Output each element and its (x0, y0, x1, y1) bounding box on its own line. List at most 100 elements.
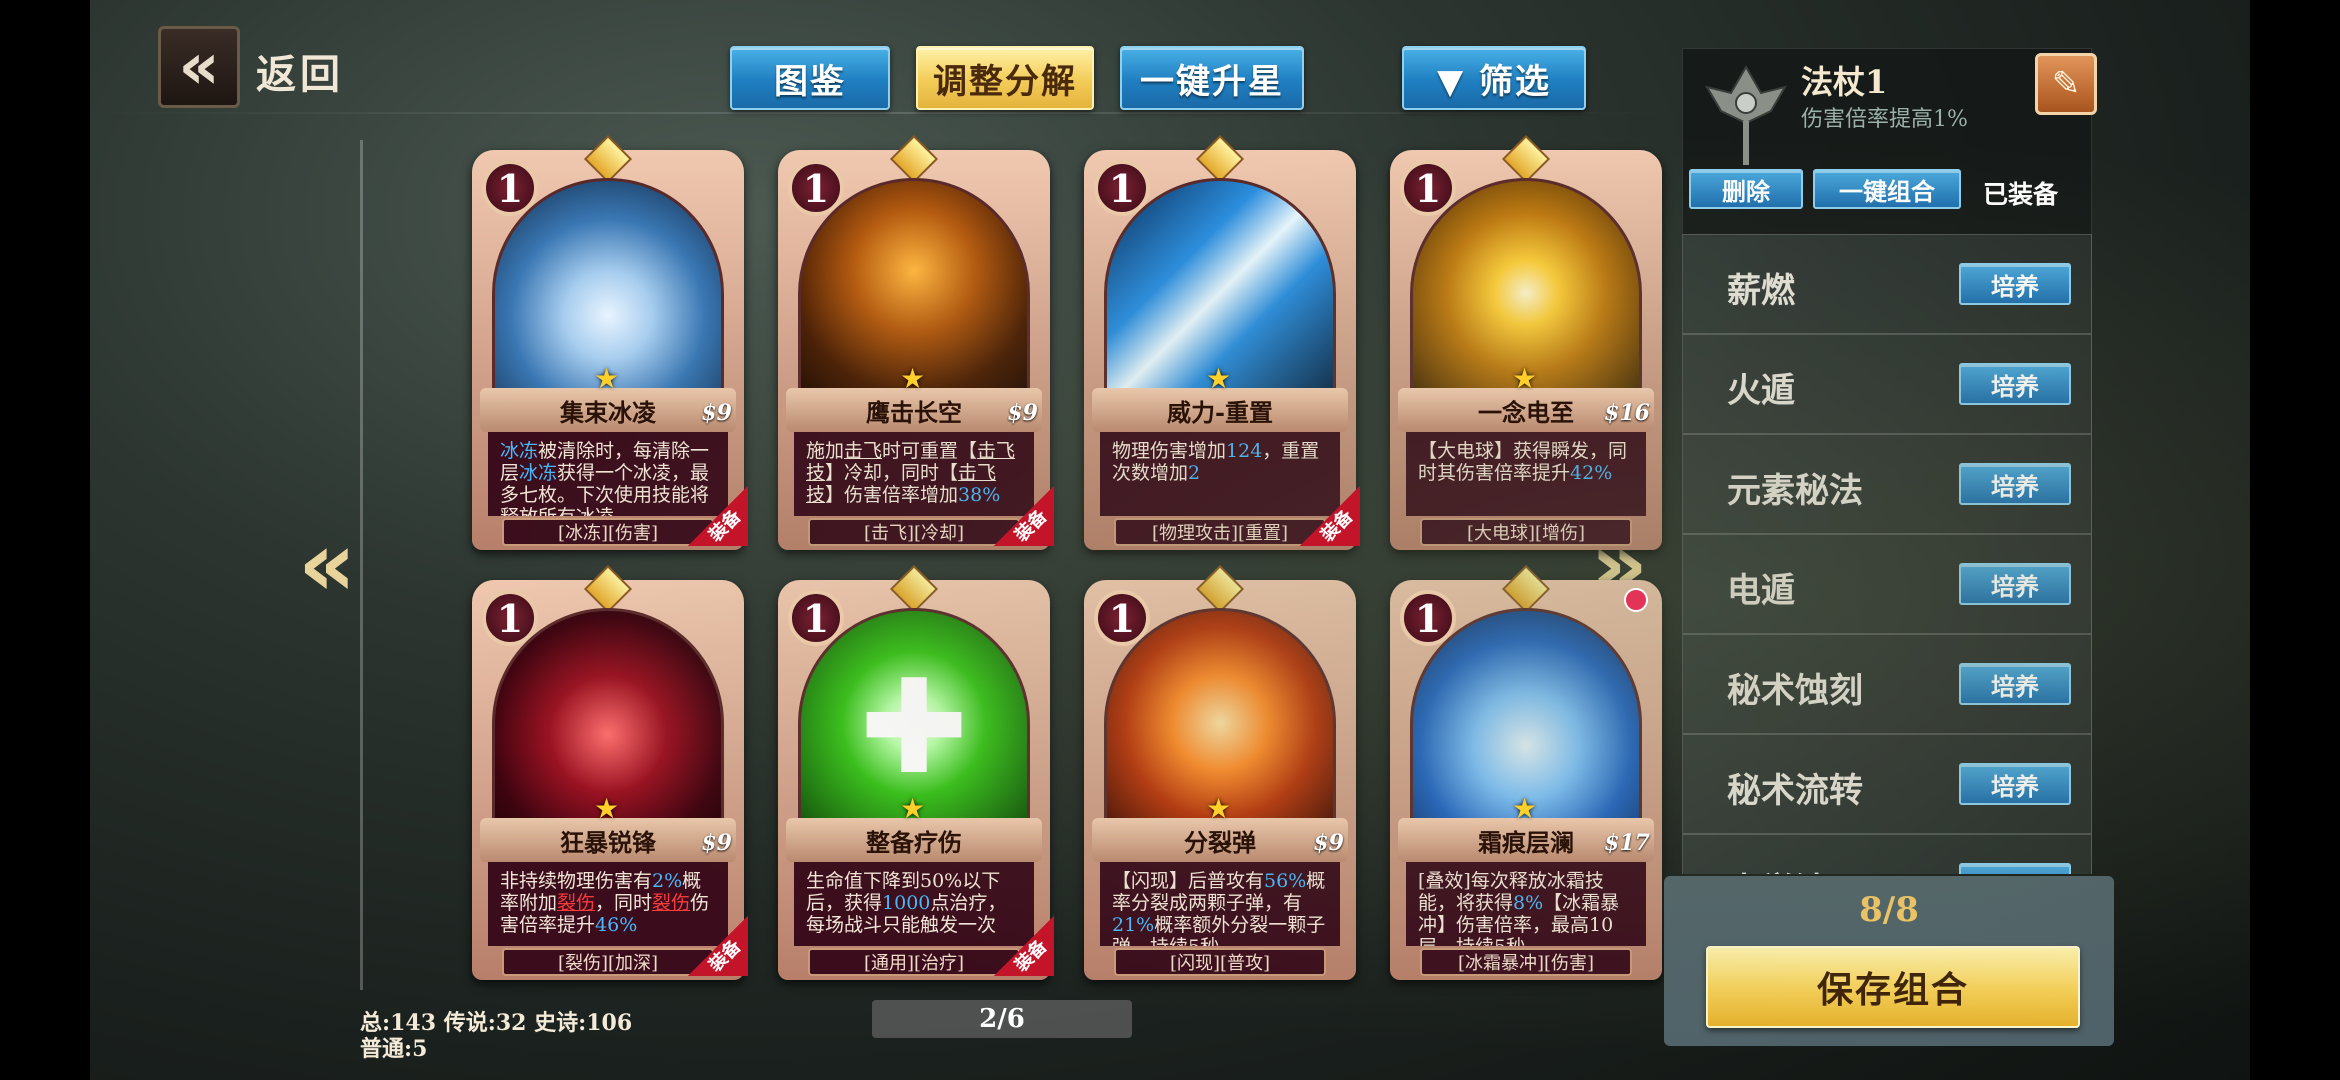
delete-button[interactable]: 删除 (1689, 169, 1803, 209)
cultivate-button[interactable]: 培养 (1959, 663, 2071, 705)
skill-row: 电遁 培养 (1682, 534, 2092, 634)
skill-row: 大学法 培养 (1682, 834, 2092, 874)
cultivate-button[interactable]: 培养 (1959, 263, 2071, 305)
card-crown-icon (1195, 134, 1245, 184)
card-tags: [冰冻][伤害] (502, 518, 714, 546)
save-panel: 8/8 保存组合 (1664, 876, 2114, 1046)
skill-name: 电遁 (1727, 571, 1795, 611)
one-click-combo-button[interactable]: 一键组合 (1813, 169, 1961, 209)
star-icon: ★ (594, 792, 620, 825)
star-icon: ★ (900, 362, 926, 395)
equipped-count: 8/8 (1859, 890, 1919, 930)
tab-adjust-decompose[interactable]: 调整分解 (916, 46, 1094, 110)
new-badge-dot (1624, 588, 1648, 612)
rename-edit-icon[interactable]: ✎ (2035, 53, 2097, 115)
card-crown-icon (1195, 564, 1245, 614)
star-icon: ★ (1206, 362, 1232, 395)
tab-one-click-star[interactable]: 一键升星 (1120, 46, 1304, 110)
card-price: $9 (1007, 400, 1038, 426)
skill-row: 秘术流转 培养 (1682, 734, 2092, 834)
back-label[interactable]: 返回 (256, 42, 344, 100)
star-icon: ★ (1512, 792, 1538, 825)
skill-name: 元素秘法 (1727, 471, 1863, 511)
card-tags: [物理攻击][重置] (1114, 518, 1326, 546)
cultivate-button[interactable]: 培养 (1959, 863, 2071, 874)
skill-row: 秘术蚀刻 培养 (1682, 634, 2092, 734)
card-crown-icon (1501, 134, 1551, 184)
card-crown-icon (583, 134, 633, 184)
star-icon: ★ (1206, 792, 1232, 825)
equipped-status: 已装备 (1983, 180, 2059, 209)
equipped-ribbon: 装备 (994, 486, 1054, 546)
cultivate-button[interactable]: 培养 (1959, 763, 2071, 805)
skill-card[interactable]: 1 ★ 一念电至 $16 【大电球】获得瞬发，同时其伤害倍率提升42% [大电球][增伤] (1390, 134, 1662, 550)
card-price: $9 (701, 400, 732, 426)
skill-card[interactable]: 1 ✚ ★ 整备疗伤 生命值下降到50%以下后，获得1000点治疗，每场战斗只能触发一次… (778, 564, 1054, 980)
card-cost: 1 (482, 160, 538, 216)
build-subtitle: 伤害倍率提高1% (1801, 107, 1968, 132)
skill-card[interactable]: 1 ★ 集束冰凌 $9 冰冻被清除时，每清除一层冰冻获得一个冰凌，最多七枚。下次使用技能… (472, 134, 748, 550)
stats-line-1: 总:143 传说:32 史诗:106 (360, 1010, 633, 1036)
staff-emblem-icon (1704, 64, 1788, 165)
card-cost: 1 (788, 590, 844, 646)
equipped-ribbon: 装备 (1300, 486, 1360, 546)
card-cost: 1 (1094, 590, 1150, 646)
card-crown-icon (583, 564, 633, 614)
equipped-ribbon: 装备 (688, 486, 748, 546)
card-price: $17 (1604, 830, 1650, 856)
skill-name: 大学法 (1727, 863, 1829, 874)
card-cost: 1 (1400, 590, 1456, 646)
build-header: 法杖1 伤害倍率提高1% ✎ 删除 一键组合 已装备 (1682, 48, 2097, 238)
skill-name: 秘术蚀刻 (1727, 671, 1863, 711)
skill-name: 火遁 (1727, 371, 1795, 411)
skill-row: 元素秘法 培养 (1682, 434, 2092, 534)
card-price: $16 (1604, 400, 1650, 426)
card-tags: [通用][治疗] (808, 948, 1020, 976)
cultivate-button[interactable]: 培养 (1959, 463, 2071, 505)
card-price: $9 (701, 830, 732, 856)
filter-button[interactable]: ▼ 筛选 (1402, 46, 1586, 110)
page-indicator: 2/6 (872, 1000, 1132, 1038)
skill-card[interactable]: 1 ★ 鹰击长空 $9 施加击飞时可重置【击飞技】冷却，同时【击飞技】伤害倍率增加38%… (778, 134, 1054, 550)
card-tags: [闪现][普攻] (1114, 948, 1326, 976)
skill-card[interactable]: 1 ★ 霜痕层澜 $17 [叠效]每次释放冰霜技能，将获得8%【冰霜暴冲】伤害倍率，最高… (1390, 564, 1662, 980)
star-icon: ★ (594, 362, 620, 395)
card-description: 【闪现】后普攻有56%概率分裂成两颗子弹，有21%概率额外分裂一颗子弹，持续5秒 (1100, 862, 1340, 946)
skill-card[interactable]: 1 ★ 分裂弹 $9 【闪现】后普攻有56%概率分裂成两颗子弹，有21%概率额外分裂一颗… (1084, 564, 1356, 980)
skill-name: 薪燃 (1727, 271, 1795, 311)
card-tags: [大电球][增伤] (1420, 518, 1632, 546)
prev-page-icon[interactable]: « (298, 520, 356, 610)
header-divider (90, 112, 1690, 114)
collection-stats: 总:143 传说:32 史诗:106 普通:5 (360, 1010, 632, 1062)
card-description: [叠效]每次释放冰霜技能，将获得8%【冰霜暴冲】伤害倍率，最高10层，持续5秒 (1406, 862, 1646, 946)
card-crown-icon (889, 564, 939, 614)
card-cost: 1 (788, 160, 844, 216)
card-crown-icon (1501, 564, 1551, 614)
card-cost: 1 (482, 590, 538, 646)
tab-collection[interactable]: 图鉴 (730, 46, 890, 110)
cultivate-button[interactable]: 培养 (1959, 563, 2071, 605)
stats-line-2: 普通:5 (360, 1036, 428, 1062)
equipped-ribbon: 装备 (994, 916, 1054, 976)
cultivate-button[interactable]: 培养 (1959, 363, 2071, 405)
skill-row: 火遁 培养 (1682, 334, 2092, 434)
card-tags: [冰霜暴冲][伤害] (1420, 948, 1632, 976)
skill-card[interactable]: 1 ★ 威力-重置 物理伤害增加124，重置次数增加2 [物理攻击][重置] 装备 (1084, 134, 1360, 550)
card-tags: [击飞][冷却] (808, 518, 1020, 546)
save-combo-button[interactable]: 保存组合 (1706, 946, 2080, 1028)
skill-row: 薪燃 培养 (1682, 234, 2092, 334)
grid-divider (360, 140, 363, 990)
card-cost: 1 (1400, 160, 1456, 216)
card-cost: 1 (1094, 160, 1150, 216)
skill-name: 秘术流转 (1727, 771, 1863, 811)
star-icon: ★ (900, 792, 926, 825)
card-price: $9 (1313, 830, 1344, 856)
back-icon[interactable]: « (158, 26, 240, 108)
card-crown-icon (889, 134, 939, 184)
game-screen: « 返回 图鉴 调整分解 一键升星 ▼ 筛选 « » 1 ★ 集束冰凌 $9 冰冻被清除… (90, 0, 2250, 1080)
star-icon: ★ (1512, 362, 1538, 395)
card-tags: [裂伤][加深] (502, 948, 714, 976)
card-description: 【大电球】获得瞬发，同时其伤害倍率提升42% (1406, 432, 1646, 516)
skill-list[interactable]: 薪燃培养火遁培养元素秘法培养电遁培养秘术蚀刻培养秘术流转培养大学法培养 (1682, 234, 2092, 874)
skill-card[interactable]: 1 ★ 狂暴锐锋 $9 非持续物理伤害有2%概率附加裂伤，同时裂伤伤害倍率提升46% [裂… (472, 564, 748, 980)
